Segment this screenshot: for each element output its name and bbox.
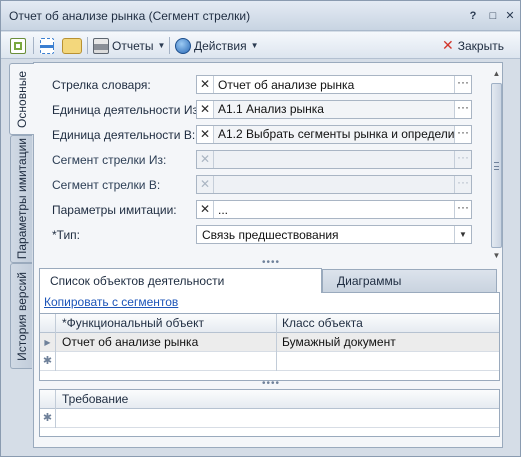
reports-label: Отчеты [112,38,154,53]
scroll-down-icon[interactable]: ▼ [491,251,502,261]
activity-from-label: Единица деятельности Из: [52,103,202,117]
cell-class[interactable]: Бумажный документ [282,333,396,352]
title-bar[interactable]: Отчет об анализе рынка (Сегмент стрелки)… [1,1,520,31]
chevron-down-icon[interactable]: ▼ [454,226,471,243]
browse-button[interactable]: ··· [454,101,471,118]
toolbar-separator [169,37,170,54]
reports-button[interactable]: Отчеты ▼ [93,36,165,55]
simulation-params-value: ... [218,202,229,217]
objects-grid: *Функциональный объект Класс объекта ▶ О… [40,313,499,380]
column-header-class[interactable]: Класс объекта [282,314,363,333]
close-icon: ✕ [442,37,454,53]
scroll-thumb[interactable] [491,83,502,248]
copy-from-segments-link[interactable]: Копировать с сегментов [44,295,178,309]
type-label: *Тип: [52,228,81,242]
chevron-down-icon: ▼ [250,41,259,50]
tab-main[interactable]: Основные [9,63,34,135]
column-header-object[interactable]: *Функциональный объект [62,314,204,333]
activity-from-value: A1.1 Анализ рынка [214,101,454,118]
main-panel: Стрелка словаря: ✕ Отчет об анализе рынк… [33,62,503,448]
simulation-params-field[interactable]: ✕ ... ··· [196,200,472,219]
close-label: Закрыть [457,38,504,53]
type-value: Связь предшествования [202,227,339,242]
help-button[interactable]: ? [465,8,481,24]
actions-label: Действия [194,38,247,53]
row-indicator-header [40,390,56,409]
tab-activity-objects-label: Список объектов деятельности [50,274,225,288]
activity-to-field[interactable]: ✕ A1.2 Выбрать сегменты рынка и определи… [196,125,472,144]
splitter-handle[interactable]: •••• [262,257,280,268]
tab-simulation-params[interactable]: Параметры имитации [10,135,32,263]
form-scrollbar[interactable]: ▲ ▼ [491,69,502,261]
browse-button[interactable]: ··· [454,76,471,93]
type-select[interactable]: Связь предшествования ▼ [196,225,472,244]
activity-objects-pane: Копировать с сегментов *Функциональный о… [39,292,500,381]
row-indicator-header [40,314,56,333]
table-row[interactable]: ▶ Отчет об анализе рынка Бумажный докуме… [40,333,499,352]
clear-icon: ✕ [197,151,214,168]
simulation-params-label: Параметры имитации: [52,203,177,217]
tab-main-label: Основные [15,70,29,128]
browse-button: ··· [454,176,471,193]
column-header-requirement[interactable]: Требование [62,390,128,409]
column-divider [276,314,277,371]
expand-button[interactable] [40,36,54,55]
browse-button[interactable]: ··· [454,201,471,218]
arrow-dictionary-field[interactable]: ✕ Отчет об анализе рынка ··· [196,75,472,94]
tab-diagrams[interactable]: Диаграммы [322,269,497,292]
clear-icon[interactable]: ✕ [197,101,214,118]
clear-icon: ✕ [197,176,214,193]
browse-button: ··· [454,151,471,168]
row-pointer-icon: ▶ [40,333,56,352]
segment-from-field[interactable]: ✕ ··· [196,150,472,169]
tab-diagrams-label: Диаграммы [337,274,402,288]
chevron-down-icon: ▼ [157,41,166,50]
activity-to-label: Единица деятельности В: [52,128,196,142]
tab-simulation-params-label: Параметры имитации [14,138,29,260]
link-button[interactable] [62,36,82,55]
tab-activity-objects[interactable]: Список объектов деятельности [39,268,322,293]
activity-to-value: A1.2 Выбрать сегменты рынка и определить… [214,126,454,143]
new-row-icon: ✱ [40,409,56,428]
refresh-button[interactable] [10,36,26,55]
splitter-handle[interactable]: •••• [262,378,280,389]
clear-icon[interactable]: ✕ [197,76,214,93]
globe-icon [175,37,191,54]
clear-icon[interactable]: ✕ [197,201,214,218]
grid-header: Требование [40,390,499,409]
segment-to-label: Сегмент стрелки В: [52,178,161,192]
requirements-grid: Требование ✱ [39,389,500,437]
cell-object[interactable]: Отчет об анализе рынка [62,333,198,352]
dialog-window: Отчет об анализе рынка (Сегмент стрелки)… [0,0,521,457]
grid-header: *Функциональный объект Класс объекта [40,314,499,333]
new-row[interactable]: ✱ [40,409,499,428]
new-row[interactable]: ✱ [40,352,499,371]
actions-button[interactable]: Действия ▼ [175,36,259,55]
clear-icon[interactable]: ✕ [197,126,214,143]
printer-icon [93,37,109,54]
toolbar-separator [33,37,34,54]
maximize-button[interactable]: □ [485,8,501,24]
toolbar: Отчеты ▼ Действия ▼ ✕ Закрыть [1,32,520,59]
browse-button[interactable]: ··· [454,126,471,143]
tab-version-history-label: История версий [14,271,29,361]
toolbar-separator [87,37,88,54]
expand-icon [40,37,54,54]
refresh-icon [10,37,26,54]
segment-to-field[interactable]: ✕ ··· [196,175,472,194]
arrow-dictionary-value: Отчет об анализе рынка [218,77,355,92]
close-button[interactable]: ✕ Закрыть [442,36,504,55]
activity-from-field[interactable]: ✕ A1.1 Анализ рынка ··· [196,100,472,119]
scroll-up-icon[interactable]: ▲ [491,69,502,79]
tab-version-history[interactable]: История версий [10,263,32,369]
link-icon [62,37,82,54]
close-window-button[interactable]: ✕ [502,8,518,24]
new-row-icon: ✱ [40,352,56,371]
arrow-dictionary-label: Стрелка словаря: [52,78,151,92]
window-title: Отчет об анализе рынка (Сегмент стрелки) [9,9,251,23]
segment-from-label: Сегмент стрелки Из: [52,153,167,167]
